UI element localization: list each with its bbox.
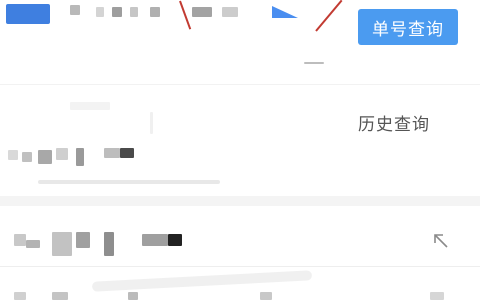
- redacted-mark: [304, 62, 324, 64]
- list-item[interactable]: [0, 140, 480, 196]
- arrow-up-left-icon[interactable]: [430, 230, 452, 252]
- tracking-query-screen: 单号查询 历史查询: [0, 0, 480, 300]
- item-shadow: [38, 180, 220, 184]
- history-query-link[interactable]: 历史查询: [358, 110, 430, 135]
- list-item[interactable]: [0, 206, 480, 300]
- tracking-number-query-button[interactable]: 单号查询: [358, 9, 458, 45]
- divider: [0, 84, 480, 85]
- app-logo: [6, 4, 50, 24]
- annotation-stroke: [179, 0, 192, 30]
- top-bar: 单号查询: [0, 0, 480, 64]
- divider: [0, 266, 480, 267]
- blue-marker-icon: [272, 6, 298, 18]
- section-separator: [0, 196, 480, 206]
- annotation-stroke: [315, 0, 343, 32]
